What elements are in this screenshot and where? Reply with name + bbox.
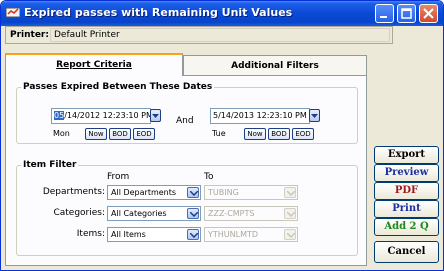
window-title: Expired passes with Remaining Unit Value… [24,6,293,19]
end-date-dropdown[interactable] [309,109,320,122]
maximize-button[interactable] [397,4,416,23]
select-arrow [284,229,296,240]
chevron-down-icon [287,233,295,238]
title-bar[interactable]: Expired passes with Remaining Unit Value… [1,1,443,26]
start-eod-button[interactable]: EOD [133,128,155,140]
tab-report-criteria[interactable]: Report Criteria [5,53,183,76]
tab-additional-filters[interactable]: Additional Filters [183,55,367,75]
chevron-down-icon [190,233,198,238]
select-arrow[interactable] [187,187,199,198]
maximize-icon [401,8,412,19]
select-value: ZZZ-CMPTS [208,209,255,218]
chevron-down-icon [311,114,318,118]
close-button[interactable] [419,4,438,23]
departments-to-select: TUBING [204,185,298,200]
select-value: YTHUNLMTD [208,230,259,239]
dates-group-legend: Passes Expired Between These Dates [23,82,213,92]
end-now-button[interactable]: Now [244,128,266,140]
departments-label: Departments: [42,187,105,197]
chevron-down-icon [287,191,295,196]
select-value: All Categories [111,209,167,218]
select-arrow[interactable] [187,208,199,219]
close-icon [423,8,434,19]
minimize-icon [380,16,387,18]
export-button[interactable]: Export [374,146,439,164]
end-bod-button[interactable]: BOD [268,128,290,140]
item-filter-legend: Item Filter [23,160,77,170]
categories-label: Categories: [53,208,105,218]
minimize-button[interactable] [375,4,394,23]
print-button[interactable]: Print [374,200,439,218]
report-tabs: Report Criteria Additional Filters Passe… [5,53,367,266]
start-now-button[interactable]: Now [85,128,107,140]
printer-value[interactable]: Default Printer [50,28,390,42]
categories-from-select[interactable]: All Categories [107,206,201,221]
departments-from-select[interactable]: All Departments [107,185,201,200]
select-arrow[interactable] [187,229,199,240]
printer-row: Printer: Default Printer [5,26,393,44]
select-arrow [284,208,296,219]
app-icon [6,7,20,18]
select-value: TUBING [208,188,239,197]
preview-button[interactable]: Preview [374,164,439,182]
add-to-queue-button[interactable]: Add 2 Q [374,218,439,236]
select-arrow [284,187,296,198]
start-date-dropdown[interactable] [150,109,161,122]
items-label: Items: [76,229,105,239]
to-column-label: To [204,172,214,182]
chevron-down-icon [190,191,198,196]
items-to-select: YTHUNLMTD [204,227,298,242]
select-value: All Items [111,230,146,239]
tab-label: Report Criteria [56,60,132,70]
and-label: And [176,116,194,126]
report-window: Expired passes with Remaining Unit Value… [0,0,444,271]
from-column-label: From [107,172,130,182]
start-date-month: 05 [54,111,65,120]
items-from-select[interactable]: All Items [107,227,201,242]
printer-label: Printer: [10,30,49,40]
pdf-button[interactable]: PDF [374,182,439,200]
end-date-field[interactable]: 5/14/2013 12:23:10 PM [210,108,310,124]
start-date-rest: /14/2012 12:23:10 PM [64,111,153,120]
start-date-field[interactable]: 05/14/2012 12:23:10 PM [51,108,153,124]
cancel-button[interactable]: Cancel [374,241,439,263]
select-value: All Departments [111,188,177,197]
chevron-down-icon [287,212,295,217]
start-day-label: Mon [53,129,70,138]
chevron-down-icon [152,114,159,118]
tab-panel-report-criteria: Passes Expired Between These Dates 05/14… [5,75,367,266]
start-bod-button[interactable]: BOD [109,128,131,140]
end-eod-button[interactable]: EOD [292,128,314,140]
tab-label: Additional Filters [231,61,319,71]
end-day-label: Tue [212,129,226,138]
categories-to-select: ZZZ-CMPTS [204,206,298,221]
chevron-down-icon [190,212,198,217]
